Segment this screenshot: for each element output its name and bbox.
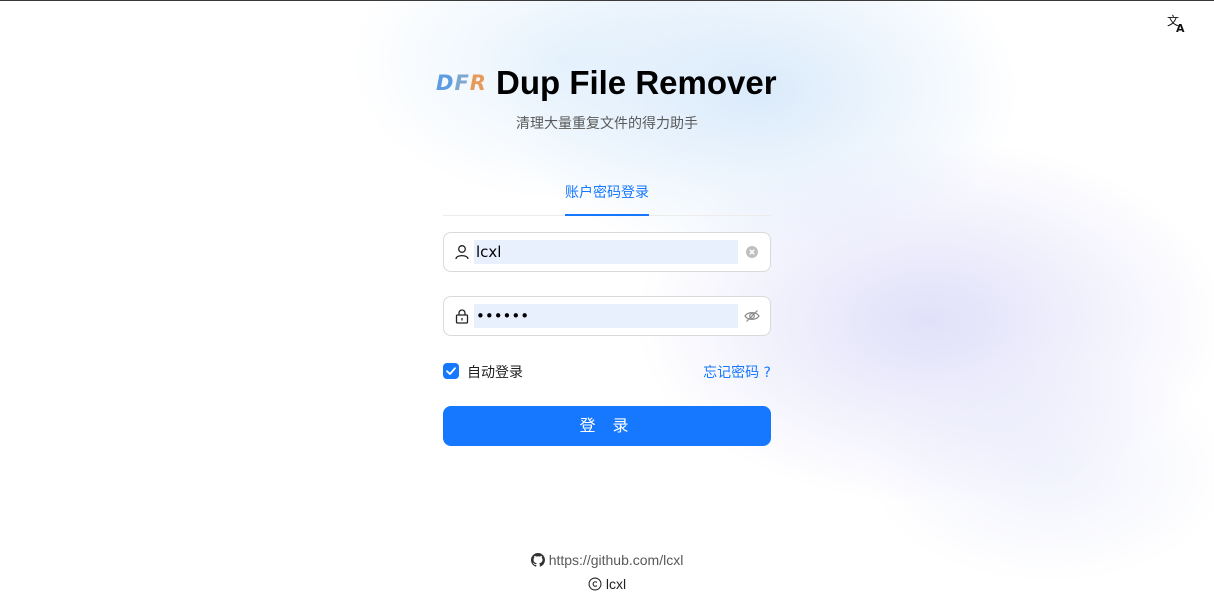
- login-button[interactable]: 登 录: [443, 406, 771, 446]
- lock-icon: [455, 309, 469, 324]
- app-title: Dup File Remover: [496, 64, 777, 101]
- github-icon: [530, 553, 545, 567]
- github-link[interactable]: https://github.com/lcxl: [443, 552, 771, 568]
- app-subtitle: 清理大量重复文件的得力助手: [516, 116, 698, 132]
- username-field[interactable]: lcxl: [443, 232, 771, 272]
- copyright-text: lcxl: [605, 576, 627, 592]
- app-header: DFR Dup File Remover: [436, 61, 781, 105]
- translate-icon[interactable]: 文 A: [1167, 13, 1187, 35]
- password-field[interactable]: ••••••: [443, 296, 771, 336]
- tab-account-password[interactable]: 账户密码登录: [565, 173, 649, 216]
- svg-text:A: A: [1176, 22, 1185, 33]
- clear-icon[interactable]: [744, 244, 760, 260]
- auto-login-checkbox[interactable]: [443, 363, 459, 379]
- login-options: 自动登录 忘记密码 ?: [443, 361, 771, 383]
- tab-active-indicator: [565, 214, 649, 216]
- copyright: lcxl: [443, 576, 771, 592]
- auto-login-label[interactable]: 自动登录: [467, 362, 523, 382]
- check-icon: [446, 367, 456, 375]
- login-tabs: 账户密码登录: [443, 173, 771, 216]
- username-input[interactable]: lcxl: [474, 240, 738, 264]
- forgot-password-link[interactable]: 忘记密码 ?: [703, 362, 771, 382]
- github-link-text[interactable]: https://github.com/lcxl: [549, 552, 684, 568]
- app-logo: DFR: [436, 71, 487, 95]
- user-icon: [455, 245, 469, 260]
- copyright-icon: [588, 577, 602, 591]
- eye-invisible-icon[interactable]: [744, 308, 760, 324]
- password-input[interactable]: ••••••: [474, 304, 738, 328]
